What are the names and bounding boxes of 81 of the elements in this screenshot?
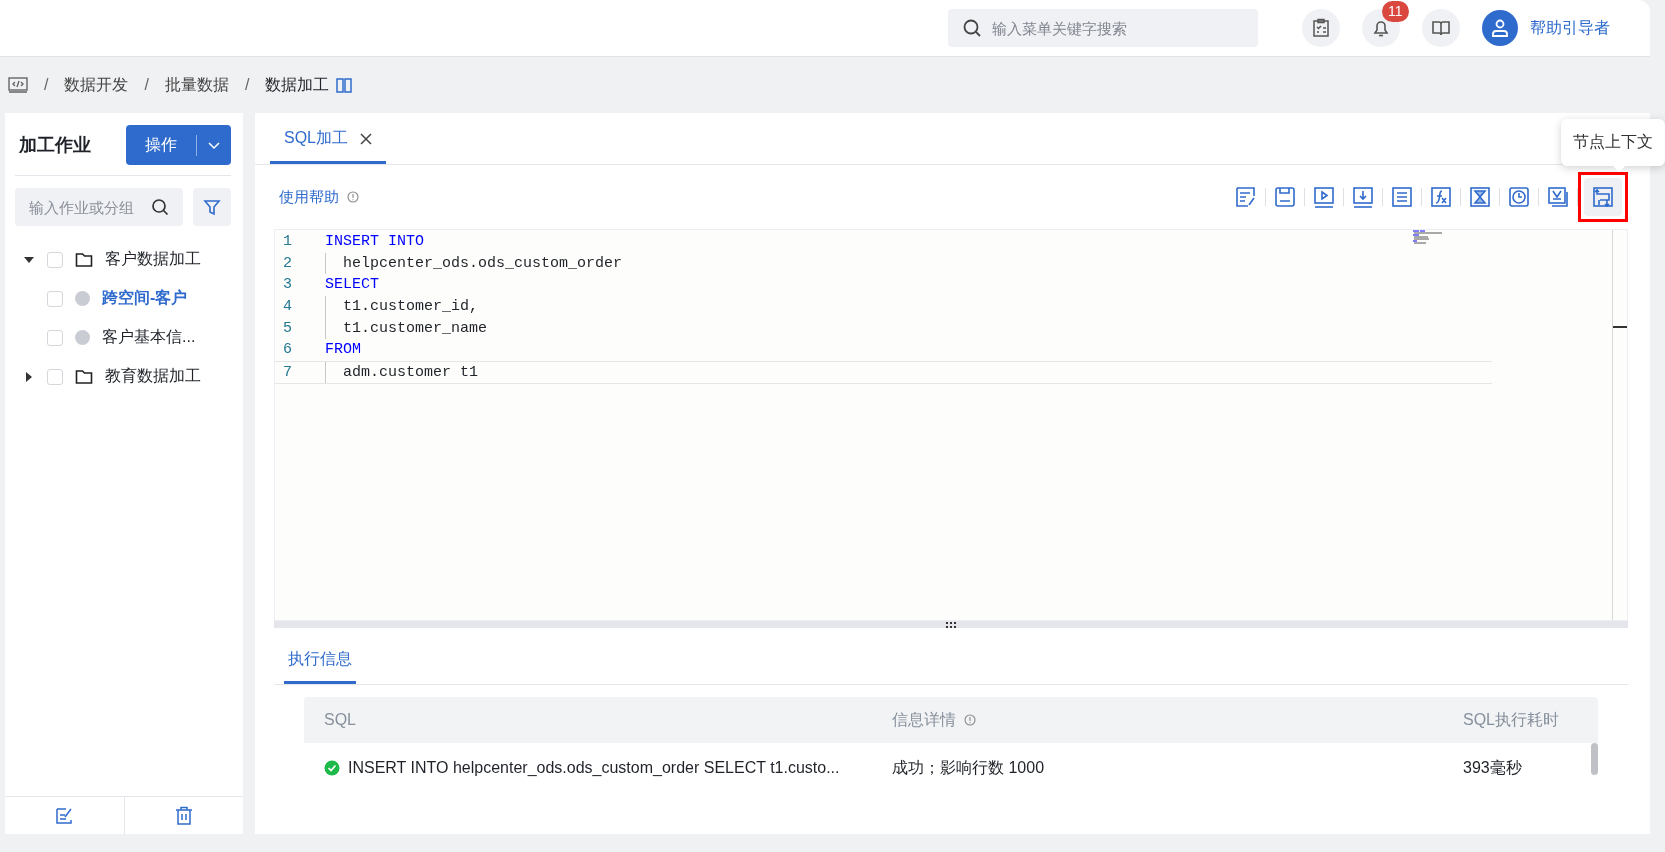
line-number: 5: [282, 319, 293, 337]
bell-icon: [1371, 18, 1391, 38]
code-line: SELECT: [325, 275, 379, 296]
folder-icon: [75, 251, 93, 268]
hourglass-icon[interactable]: [1469, 186, 1491, 208]
clock-icon[interactable]: [1508, 186, 1530, 208]
line-number: 1: [282, 233, 293, 251]
version-icon[interactable]: [1547, 186, 1569, 208]
info-icon: [347, 191, 359, 203]
checkbox[interactable]: [47, 290, 63, 307]
breadcrumb-separator: /: [144, 76, 149, 94]
toolbar-button[interactable]: [1584, 178, 1622, 216]
checkbox[interactable]: [47, 329, 63, 346]
table-cell-text: 成功；影响行数 1000: [892, 757, 1045, 778]
code-line: INSERT INTO: [325, 232, 425, 253]
breadcrumb-link[interactable]: 批量数据: [164, 74, 229, 96]
code-icon: [8, 77, 28, 93]
editor-tab[interactable]: SQL加工: [270, 116, 386, 164]
search-icon: [151, 198, 169, 216]
clipboard-button[interactable]: [1302, 9, 1340, 47]
code-line: FROM: [325, 340, 361, 361]
line-number: 3: [282, 276, 293, 294]
result-tab[interactable]: 执行信息: [284, 638, 356, 684]
status-dot: [75, 330, 90, 345]
column-header: SQL执行耗时: [1463, 709, 1559, 730]
edit-icon[interactable]: [1235, 186, 1257, 208]
table-cell: INSERT INTO helpcenter_ods.ods_custom_order SELECT t1.custo...: [348, 759, 840, 777]
action-button[interactable]: 操作: [126, 125, 231, 165]
clipboard-icon: [1311, 18, 1331, 38]
breadcrumb-link[interactable]: 数据开发: [64, 74, 129, 96]
book-icon: [1431, 18, 1451, 38]
line-number: 7: [282, 363, 293, 381]
scroll-marker: [1613, 326, 1627, 328]
user-icon: [1490, 18, 1510, 38]
list-icon[interactable]: [1391, 186, 1413, 208]
info-icon: [964, 714, 976, 726]
scrollbar-thumb[interactable]: [1591, 743, 1598, 775]
tree-item[interactable]: 客户基本信...: [5, 318, 243, 357]
edit-icon: [55, 806, 74, 825]
notification-badge: 11: [1382, 1, 1409, 22]
close-icon[interactable]: [360, 132, 372, 145]
status-dot: [75, 291, 90, 306]
code-line: t1.customer_name: [325, 317, 488, 339]
search-field[interactable]: 输入菜单关键字搜索: [948, 9, 1258, 47]
folder-icon: [75, 368, 93, 385]
breadcrumb-separator: /: [44, 76, 49, 94]
tree-item[interactable]: 客户数据加工: [5, 240, 243, 279]
code-line: t1.customer_id,: [325, 295, 479, 318]
filter-icon: [203, 198, 221, 216]
line-number: 6: [282, 341, 293, 359]
checkbox[interactable]: [47, 368, 63, 385]
grip-icon: [946, 621, 956, 628]
line-number: 4: [282, 298, 293, 316]
download-icon[interactable]: [1352, 186, 1374, 208]
user-name[interactable]: 帮助引导者: [1530, 17, 1610, 39]
column-header: SQL: [324, 711, 356, 729]
breadcrumb-current: 数据加工: [265, 74, 330, 95]
play-icon[interactable]: [1313, 186, 1335, 208]
line-number: 2: [282, 254, 293, 272]
flow-icon[interactable]: [1592, 186, 1614, 208]
column-header: 信息详情: [892, 709, 956, 730]
filter-button[interactable]: [193, 188, 231, 226]
caret-down-icon[interactable]: [23, 254, 35, 265]
help-link[interactable]: 使用帮助: [279, 187, 339, 207]
book-button[interactable]: [1422, 9, 1460, 47]
code-line: helpcenter_ods.ods_custom_order: [325, 252, 623, 275]
panel-title: 加工作业: [19, 134, 91, 157]
checkbox[interactable]: [47, 251, 63, 268]
trash-icon: [174, 805, 193, 826]
breadcrumb-separator: /: [244, 76, 250, 94]
code-editor[interactable]: 1 INSERT INTO 2 helpcenter_ods.ods_custom_order 3 SELECT 4 t1.customer_id, 5 t1.customer_name 6 FROM 7 adm.customer t1: [274, 229, 1628, 621]
book-icon[interactable]: [335, 76, 354, 94]
tree-item[interactable]: 教育数据加工: [5, 357, 243, 396]
user-avatar[interactable]: [1482, 10, 1518, 46]
tree-item[interactable]: 跨空间-客户: [5, 279, 243, 318]
function-icon[interactable]: [1430, 186, 1452, 208]
search-field[interactable]: 输入作业或分组: [15, 188, 183, 226]
table-cell-text: 393毫秒: [1463, 757, 1522, 778]
search-icon: [962, 18, 982, 38]
code-line: adm.customer t1: [325, 361, 479, 384]
save-icon[interactable]: [1274, 186, 1296, 208]
